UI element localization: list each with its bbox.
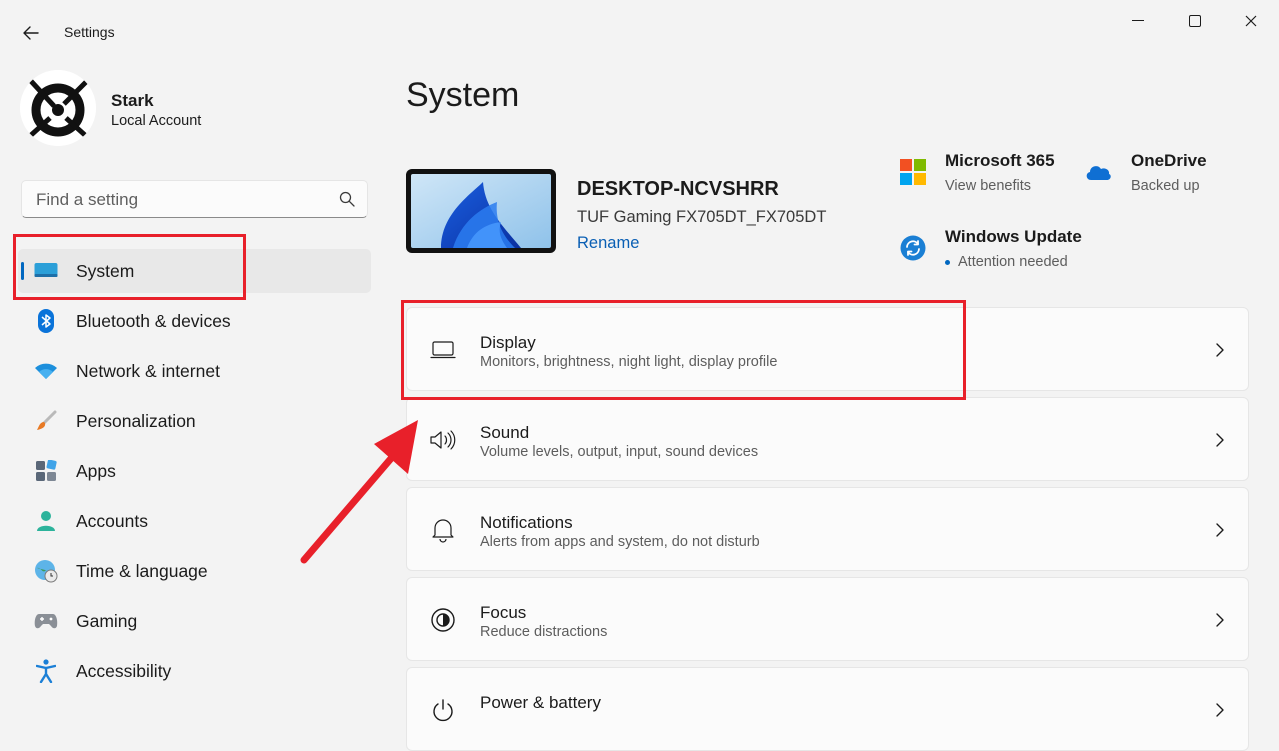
sidebar-item-label: Bluetooth & devices xyxy=(76,311,231,331)
bluetooth-icon xyxy=(34,309,58,333)
wallpaper-bloom-icon xyxy=(411,174,551,248)
status-dot xyxy=(945,260,950,265)
focus-icon xyxy=(429,606,457,634)
card-display[interactable]: Display Monitors, brightness, night ligh… xyxy=(406,307,1249,391)
microsoft-logo-icon xyxy=(900,159,926,185)
card-title: Focus xyxy=(480,603,527,622)
active-indicator xyxy=(21,262,24,280)
card-subtitle: Monitors, brightness, night light, displ… xyxy=(480,354,778,370)
quick-link-windows-update[interactable]: Windows Update Attention needed xyxy=(898,226,1098,276)
chevron-right-icon xyxy=(1216,703,1224,717)
quick-link-title: Microsoft 365 xyxy=(945,151,1055,170)
chevron-right-icon xyxy=(1216,433,1224,447)
sidebar-item-label: Accessibility xyxy=(76,661,172,681)
sidebar-item-label: Network & internet xyxy=(76,361,220,381)
sidebar-item-label: Accounts xyxy=(76,511,148,531)
chevron-right-icon xyxy=(1216,523,1224,537)
person-icon xyxy=(34,510,58,532)
card-subtitle: Reduce distractions xyxy=(480,624,608,640)
page-title: System xyxy=(406,76,520,114)
minimize-button[interactable] xyxy=(1118,8,1158,34)
quick-link-title: OneDrive xyxy=(1131,151,1207,170)
close-button[interactable] xyxy=(1231,8,1271,34)
card-subtitle: Alerts from apps and system, do not dist… xyxy=(480,534,760,550)
sidebar-item-label: Time & language xyxy=(76,561,208,581)
device-model: TUF Gaming FX705DT_FX705DT xyxy=(577,208,827,226)
card-power-battery[interactable]: Power & battery xyxy=(406,667,1249,751)
sidebar-item-time-language[interactable]: Time & language xyxy=(18,549,371,593)
sidebar-item-label: Gaming xyxy=(76,611,138,631)
cloud-icon xyxy=(1086,166,1111,180)
maximize-button[interactable] xyxy=(1175,8,1215,34)
card-sound[interactable]: Sound Volume levels, output, input, soun… xyxy=(406,397,1249,481)
sidebar-item-accounts[interactable]: Accounts xyxy=(18,499,371,543)
globe-clock-icon xyxy=(34,560,58,583)
brush-icon xyxy=(34,410,58,432)
sidebar-item-gaming[interactable]: Gaming xyxy=(18,599,371,643)
title-bar: Settings xyxy=(0,0,1279,64)
sidebar-item-bluetooth[interactable]: Bluetooth & devices xyxy=(18,299,371,343)
card-title: Power & battery xyxy=(480,693,601,712)
search-box[interactable] xyxy=(21,180,368,218)
quick-link-subtitle: Attention needed xyxy=(958,254,1068,270)
user-name: Stark xyxy=(111,91,154,110)
wifi-icon xyxy=(34,360,58,382)
card-notifications[interactable]: Notifications Alerts from apps and syste… xyxy=(406,487,1249,571)
close-icon xyxy=(1245,15,1257,27)
avatar-emblem-icon xyxy=(20,70,96,146)
maximize-icon xyxy=(1189,15,1201,27)
quick-link-title: Windows Update xyxy=(945,227,1082,246)
rename-link[interactable]: Rename xyxy=(577,234,639,253)
chevron-right-icon xyxy=(1216,613,1224,627)
card-title: Sound xyxy=(480,423,530,442)
quick-link-microsoft-365[interactable]: Microsoft 365 View benefits xyxy=(898,150,1068,200)
back-button[interactable] xyxy=(18,20,44,46)
monitor-icon xyxy=(34,260,58,282)
avatar[interactable] xyxy=(20,70,96,146)
laptop-icon xyxy=(429,336,457,364)
minimize-icon xyxy=(1132,20,1144,21)
sidebar-item-system[interactable]: System xyxy=(18,249,371,293)
accessibility-icon xyxy=(34,659,58,683)
speaker-icon xyxy=(429,426,457,454)
card-title: Display xyxy=(480,333,536,352)
card-title: Notifications xyxy=(480,513,573,532)
search-icon[interactable] xyxy=(339,191,355,207)
sync-icon xyxy=(900,235,926,261)
sidebar-item-accessibility[interactable]: Accessibility xyxy=(18,649,371,693)
quick-link-subtitle: View benefits xyxy=(945,178,1031,194)
power-icon xyxy=(429,696,457,724)
search-input[interactable] xyxy=(34,187,328,213)
quick-link-onedrive[interactable]: OneDrive Backed up xyxy=(1084,150,1234,200)
device-thumbnail xyxy=(406,169,556,253)
sidebar-item-network[interactable]: Network & internet xyxy=(18,349,371,393)
card-subtitle: Volume levels, output, input, sound devi… xyxy=(480,444,759,460)
apps-icon xyxy=(34,460,58,482)
card-focus[interactable]: Focus Reduce distractions xyxy=(406,577,1249,661)
sidebar-item-label: Personalization xyxy=(76,411,196,431)
device-name: DESKTOP-NCVSHRR xyxy=(577,178,779,200)
sidebar-item-personalization[interactable]: Personalization xyxy=(18,399,371,443)
sidebar-item-label: Apps xyxy=(76,461,116,481)
account-type: Local Account xyxy=(111,113,202,129)
app-title: Settings xyxy=(64,24,115,40)
sidebar-item-label: System xyxy=(76,261,135,281)
bell-icon xyxy=(429,516,457,544)
quick-link-subtitle: Backed up xyxy=(1131,178,1200,194)
chevron-right-icon xyxy=(1216,343,1224,357)
sidebar-item-apps[interactable]: Apps xyxy=(18,449,371,493)
gamepad-icon xyxy=(34,610,58,632)
arrow-left-icon xyxy=(23,26,39,40)
